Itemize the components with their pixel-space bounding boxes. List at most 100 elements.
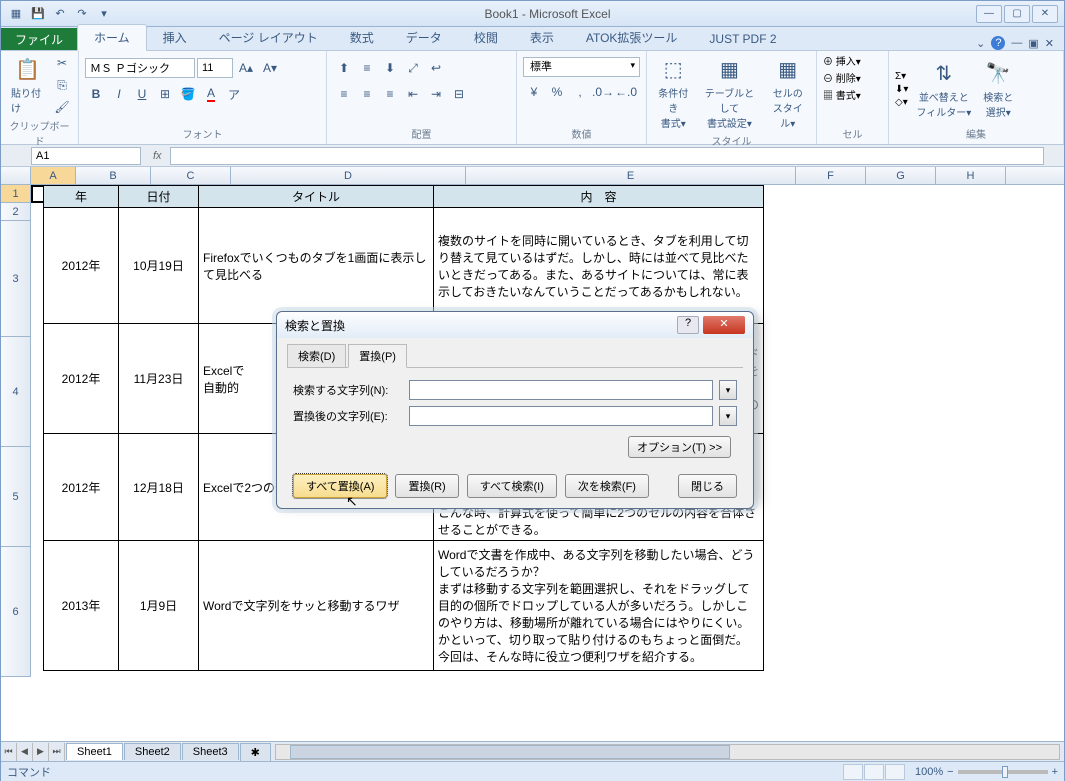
fill-button[interactable]: ⬇▾	[895, 84, 908, 95]
col-header-g[interactable]: G	[866, 167, 936, 184]
dialog-help-button[interactable]: ?	[677, 316, 699, 334]
help-icon[interactable]: ?	[991, 36, 1005, 50]
col-header-f[interactable]: F	[796, 167, 866, 184]
format-cells-button[interactable]: ▦ 書式▾	[823, 87, 861, 102]
align-left-icon[interactable]: ≡	[333, 83, 355, 105]
number-format-select[interactable]: 標準	[523, 57, 640, 77]
font-color-button[interactable]: A	[200, 83, 222, 105]
page-layout-view-icon[interactable]	[864, 764, 884, 780]
workbook-close-icon[interactable]: ✕	[1045, 37, 1054, 50]
tab-home[interactable]: ホーム	[77, 24, 147, 51]
tab-data[interactable]: データ	[390, 25, 458, 50]
col-header-a[interactable]: A	[31, 167, 76, 184]
minimize-ribbon-icon[interactable]: ⌄	[976, 37, 985, 50]
cell[interactable]: 2013年	[44, 541, 119, 671]
minimize-button[interactable]: —	[976, 5, 1002, 23]
replace-input[interactable]	[409, 406, 713, 426]
clear-button[interactable]: ◇▾	[895, 97, 908, 108]
comma-icon[interactable]: ,	[569, 81, 591, 103]
underline-button[interactable]: U	[131, 83, 153, 105]
scroll-thumb[interactable]	[290, 745, 730, 759]
italic-button[interactable]: I	[108, 83, 130, 105]
replace-button[interactable]: 置換(R)	[395, 474, 458, 498]
cell[interactable]: Wordで文書を作成中、ある文字列を移動したい場合、どうしているだろうか？ まず…	[434, 541, 764, 671]
paste-button[interactable]: 📋貼り付け	[7, 53, 48, 117]
copy-icon[interactable]: ⎘	[52, 75, 72, 95]
tab-find[interactable]: 検索(D)	[287, 344, 346, 367]
fill-color-button[interactable]: 🪣	[177, 83, 199, 105]
tab-view[interactable]: 表示	[514, 25, 570, 50]
col-header-c[interactable]: C	[151, 167, 231, 184]
options-button[interactable]: オプション(T) >>	[628, 436, 731, 458]
decrease-decimal-icon[interactable]: ←.0	[615, 81, 637, 103]
find-input[interactable]	[409, 380, 713, 400]
orientation-icon[interactable]: ⤢	[402, 57, 424, 79]
select-all-corner[interactable]	[1, 167, 31, 184]
last-sheet-icon[interactable]: ⏭	[49, 743, 65, 761]
cell[interactable]: Wordで文字列をサッと移動するワザ	[199, 541, 434, 671]
cell[interactable]: 10月19日	[119, 208, 199, 324]
normal-view-icon[interactable]	[843, 764, 863, 780]
cut-icon[interactable]: ✂	[52, 53, 72, 73]
dialog-close-button[interactable]: ✕	[703, 316, 745, 334]
cell[interactable]: 複数のサイトを同時に開いているとき、タブを利用して切り替えて見ているはずだ。しか…	[434, 208, 764, 324]
name-box[interactable]: A1	[31, 147, 141, 165]
increase-font-icon[interactable]: A▴	[235, 57, 257, 79]
increase-indent-icon[interactable]: ⇥	[425, 83, 447, 105]
first-sheet-icon[interactable]: ⏮	[1, 743, 17, 761]
cell[interactable]: Firefoxでいくつものタブを1画面に表示して見比べる	[199, 208, 434, 324]
next-sheet-icon[interactable]: ▶	[33, 743, 49, 761]
align-middle-icon[interactable]: ≡	[356, 57, 378, 79]
tab-review[interactable]: 校閲	[458, 25, 514, 50]
row-header-3[interactable]: 3	[1, 221, 30, 337]
tab-replace[interactable]: 置換(P)	[348, 344, 407, 368]
decrease-font-icon[interactable]: A▾	[259, 57, 281, 79]
find-history-dropdown[interactable]: ▾	[719, 380, 737, 400]
row-header-6[interactable]: 6	[1, 547, 30, 677]
sheet-tab-2[interactable]: Sheet2	[124, 743, 181, 760]
table-row[interactable]: 2013年 1月9日 Wordで文字列をサッと移動するワザ Wordで文書を作成…	[44, 541, 764, 671]
find-next-button[interactable]: 次を検索(F)	[565, 474, 649, 498]
replace-history-dropdown[interactable]: ▾	[719, 406, 737, 426]
zoom-in-icon[interactable]: +	[1052, 766, 1058, 778]
find-all-button[interactable]: すべて検索(I)	[467, 474, 557, 498]
col-header-b[interactable]: B	[76, 167, 151, 184]
decrease-indent-icon[interactable]: ⇤	[402, 83, 424, 105]
align-center-icon[interactable]: ≡	[356, 83, 378, 105]
close-button[interactable]: ✕	[1032, 5, 1058, 23]
cell[interactable]: 2012年	[44, 208, 119, 324]
save-icon[interactable]: 💾	[29, 5, 47, 23]
undo-icon[interactable]: ↶	[51, 5, 69, 23]
replace-all-button[interactable]: すべて置換(A)	[293, 474, 387, 498]
autosum-button[interactable]: Σ▾	[895, 71, 908, 82]
tab-atok[interactable]: ATOK拡張ツール	[570, 25, 694, 50]
delete-cells-button[interactable]: ⊖ 削除▾	[823, 70, 861, 85]
workbook-min-icon[interactable]: —	[1011, 37, 1022, 49]
format-as-table-button[interactable]: ▦テーブルとして 書式設定▾	[697, 53, 761, 132]
zoom-slider[interactable]	[958, 770, 1048, 774]
file-tab[interactable]: ファイル	[1, 28, 77, 50]
cell[interactable]: 1月9日	[119, 541, 199, 671]
col-header-h[interactable]: H	[936, 167, 1006, 184]
horizontal-scrollbar[interactable]	[275, 744, 1060, 760]
currency-icon[interactable]: ¥	[523, 81, 545, 103]
align-top-icon[interactable]: ⬆	[333, 57, 355, 79]
col-header-d[interactable]: D	[231, 167, 466, 184]
zoom-level[interactable]: 100%	[915, 766, 943, 778]
close-button[interactable]: 閉じる	[678, 474, 737, 498]
row-header-2[interactable]: 2	[1, 203, 30, 221]
tab-justpdf[interactable]: JUST PDF 2	[693, 28, 792, 50]
align-right-icon[interactable]: ≡	[379, 83, 401, 105]
tab-page-layout[interactable]: ページ レイアウト	[203, 25, 334, 50]
formula-input[interactable]	[170, 147, 1044, 165]
sheet-tab-1[interactable]: Sheet1	[66, 743, 123, 760]
workbook-restore-icon[interactable]: ▣	[1028, 37, 1038, 50]
qat-customize-icon[interactable]: ▾	[95, 5, 113, 23]
dialog-title-bar[interactable]: 検索と置換 ? ✕	[277, 312, 753, 338]
row-header-5[interactable]: 5	[1, 447, 30, 547]
redo-icon[interactable]: ↷	[73, 5, 91, 23]
sheet-tab-3[interactable]: Sheet3	[182, 743, 239, 760]
align-bottom-icon[interactable]: ⬇	[379, 57, 401, 79]
find-select-button[interactable]: 🔭検索と 選択▾	[979, 57, 1017, 121]
format-painter-icon[interactable]: 🖌	[52, 97, 72, 117]
